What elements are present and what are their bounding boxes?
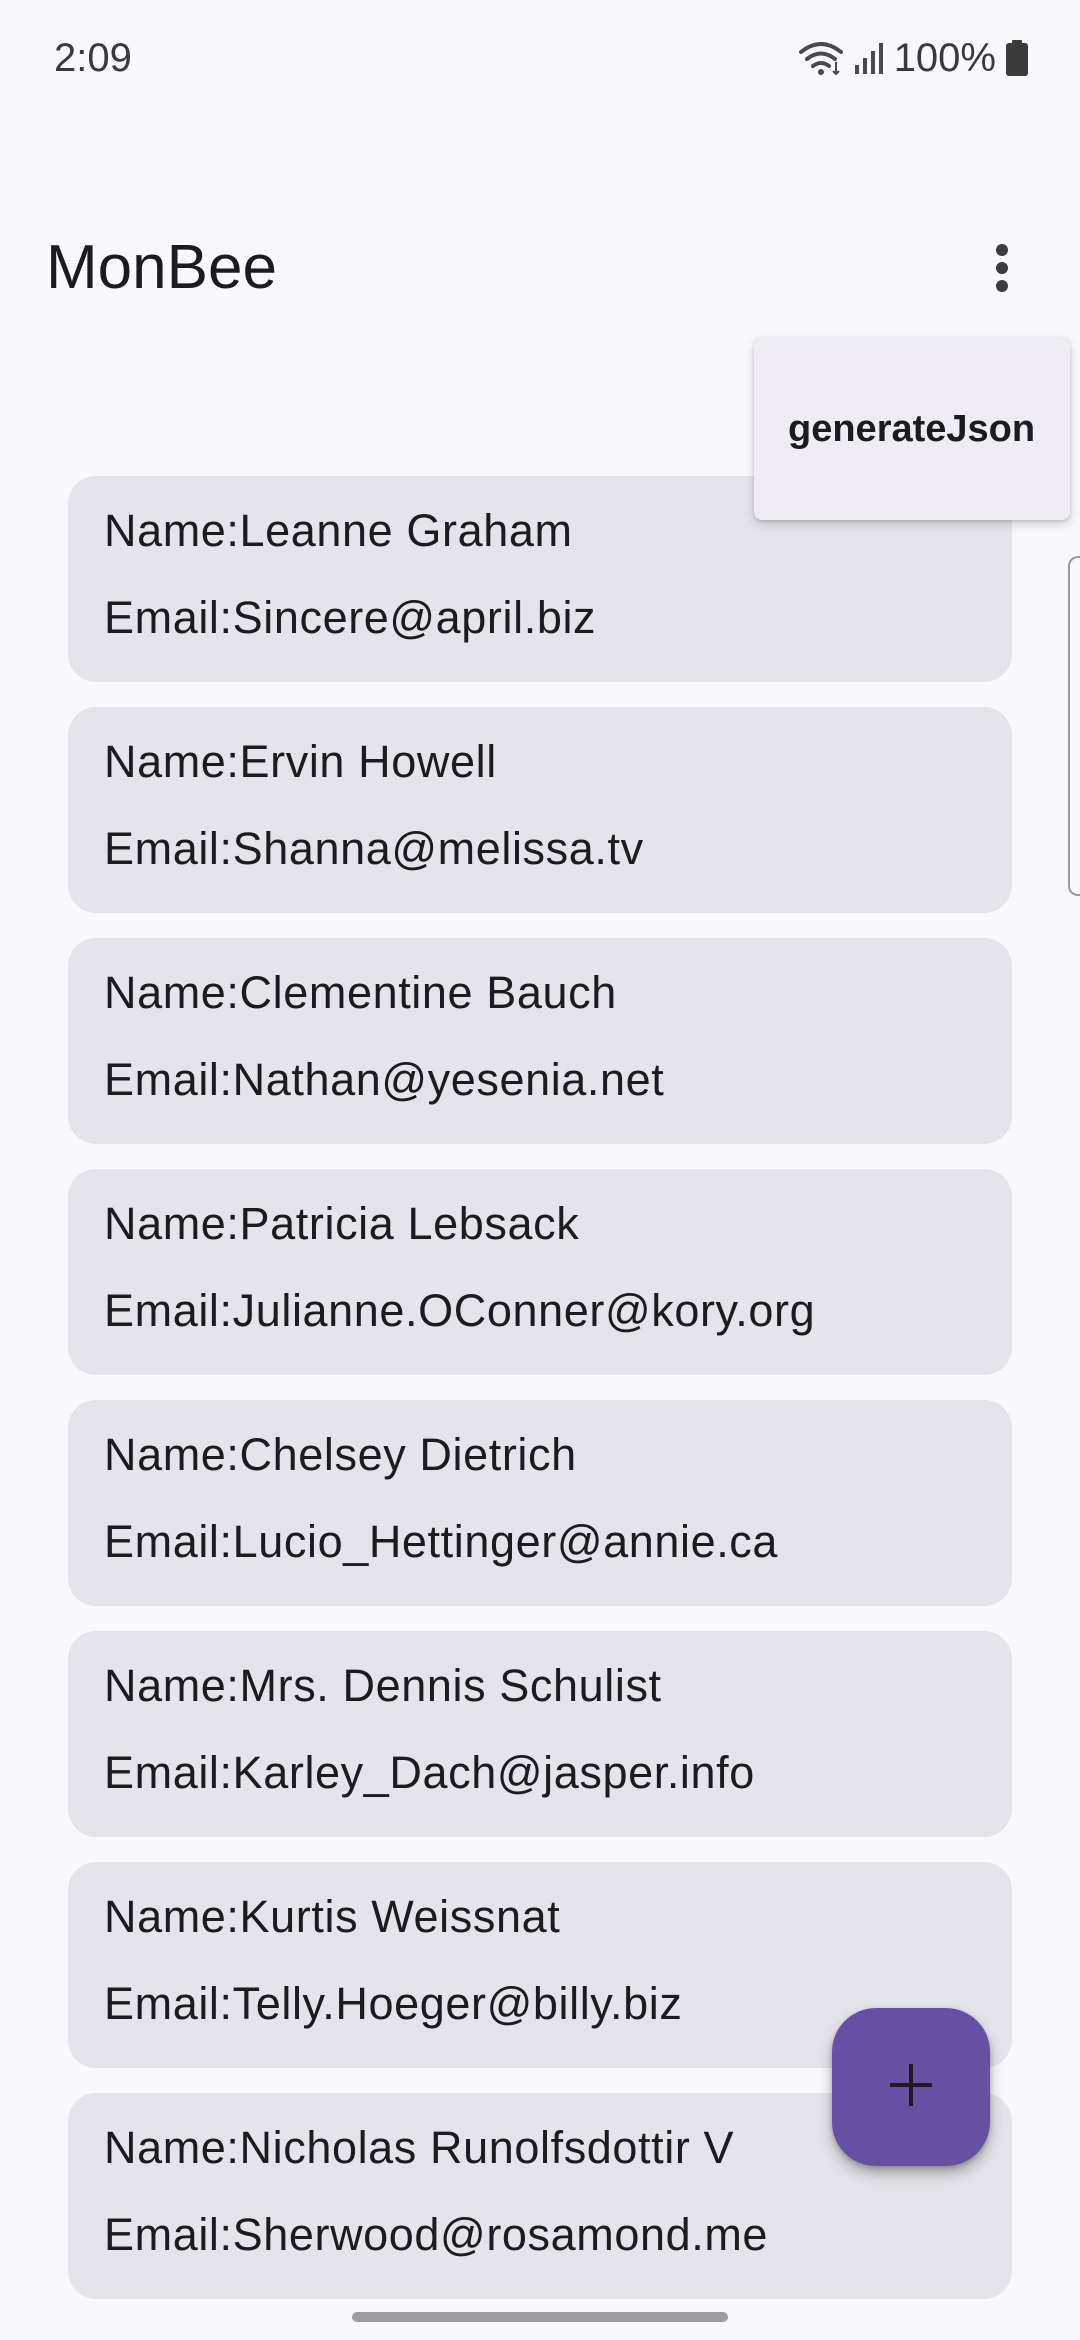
user-name: Name:Chelsey Dietrich <box>104 1429 577 1480</box>
add-icon <box>888 2062 934 2113</box>
user-name: Name:Patricia Lebsack <box>104 1198 580 1249</box>
screen: 2:09 100% MonBee Name:Leanne Graham Emai… <box>0 0 1080 2340</box>
user-card[interactable]: Name:Mrs. Dennis Schulist Email:Karley_D… <box>68 1631 1012 1837</box>
user-card[interactable]: Name:Chelsey Dietrich Email:Lucio_Hettin… <box>68 1400 1012 1606</box>
user-email: Email:Sincere@april.biz <box>104 592 597 643</box>
more-vert-icon <box>995 243 1009 298</box>
user-card[interactable]: Name:Clementine Bauch Email:Nathan@yesen… <box>68 938 1012 1144</box>
user-email: Email:Shanna@melissa.tv <box>104 823 644 874</box>
battery-percentage: 100% <box>893 35 996 80</box>
user-email: Email:Lucio_Hettinger@annie.ca <box>104 1516 779 1567</box>
more-options-button[interactable] <box>970 232 1034 308</box>
wifi-icon <box>798 40 844 76</box>
gesture-navigation-bar[interactable] <box>352 2312 728 2322</box>
status-bar: 2:09 100% <box>0 0 1080 120</box>
user-email: Email:Nathan@yesenia.net <box>104 1054 665 1105</box>
battery-icon <box>1006 40 1028 76</box>
user-name: Name:Ervin Howell <box>104 736 497 787</box>
user-email: Email:Julianne.OConner@kory.org <box>104 1285 816 1336</box>
menu-item-generate-json[interactable]: generateJson <box>788 408 1035 451</box>
overflow-menu: generateJson <box>754 338 1070 520</box>
user-name: Name:Kurtis Weissnat <box>104 1891 561 1942</box>
app-title: MonBee <box>46 233 277 302</box>
scrollbar-thumb[interactable] <box>1068 556 1080 896</box>
user-email: Email:Sherwood@rosamond.me <box>104 2209 769 2260</box>
user-card[interactable]: Name:Ervin Howell Email:Shanna@melissa.t… <box>68 707 1012 913</box>
user-card[interactable]: Name:Patricia Lebsack Email:Julianne.OCo… <box>68 1169 1012 1375</box>
user-email: Email:Karley_Dach@jasper.info <box>104 1747 755 1798</box>
signal-icon <box>854 41 884 75</box>
user-name: Name:Mrs. Dennis Schulist <box>104 1660 662 1711</box>
add-user-fab[interactable] <box>832 2008 990 2166</box>
user-name: Name:Clementine Bauch <box>104 967 617 1018</box>
top-app-bar: MonBee <box>0 210 1080 330</box>
status-time: 2:09 <box>54 36 132 80</box>
status-icons: 100% <box>798 34 1028 82</box>
